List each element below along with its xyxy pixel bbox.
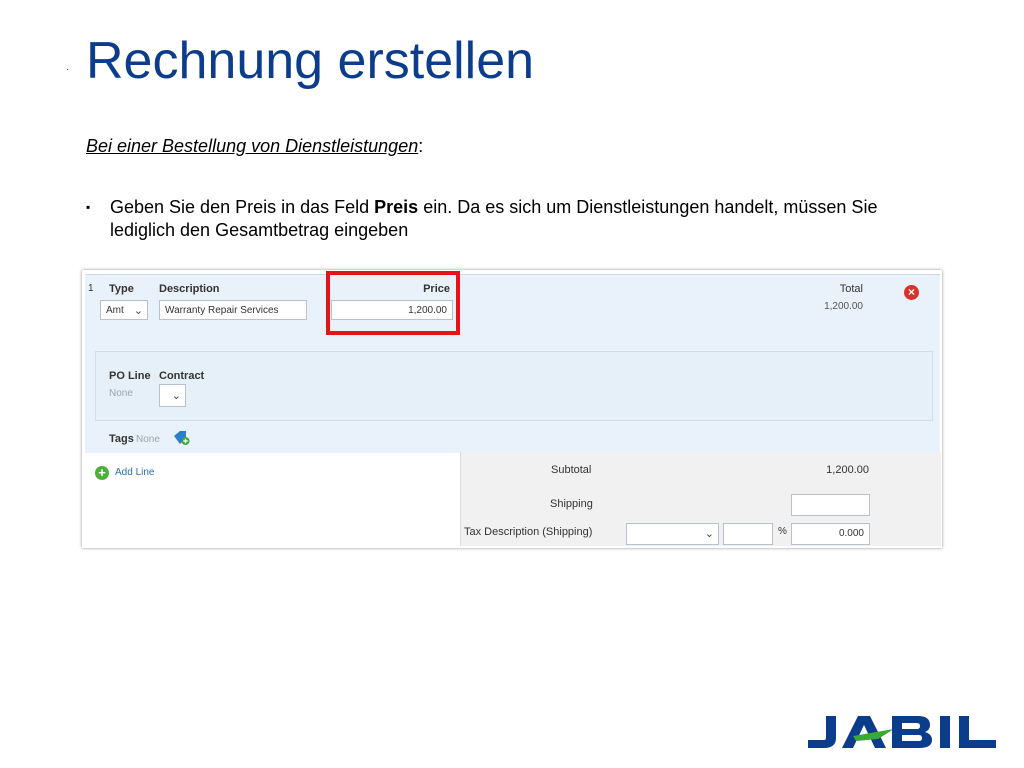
chevron-down-icon: ⌄ (704, 528, 714, 540)
contract-select[interactable]: ⌄ (159, 384, 186, 407)
bullet-text-part1: Geben Sie den Preis in das Feld (110, 197, 375, 217)
bullet-marker: ▪ (86, 200, 91, 214)
line-number: 1 (88, 283, 94, 294)
description-label: Description (159, 283, 220, 295)
subheading-text: Bei einer Bestellung von Dienstleistunge… (86, 136, 419, 156)
tags-label: Tags (109, 433, 134, 445)
instruction-bullet: ▪ Geben Sie den Preis in das Feld Preis … (86, 196, 946, 242)
po-line-label: PO Line (109, 370, 151, 382)
invoice-line: 1 Type Amt ⌄ Description Warranty Repair… (85, 271, 940, 453)
bullet-text: Geben Sie den Preis in das Feld Preis ei… (110, 196, 946, 242)
slide-dot: · (66, 64, 70, 75)
subtotal-value: 1,200.00 (826, 464, 869, 476)
description-input[interactable]: Warranty Repair Services (159, 300, 307, 320)
invoice-screenshot: 1 Type Amt ⌄ Description Warranty Repair… (82, 270, 942, 548)
subheading: Bei einer Bestellung von Dienstleistunge… (86, 136, 423, 157)
type-label: Type (109, 283, 134, 295)
remove-line-icon[interactable]: × (904, 285, 919, 300)
tax-amount-input[interactable]: 0.000 (791, 523, 870, 545)
page-title: Rechnung erstellen (86, 32, 535, 90)
type-value: Amt (106, 305, 124, 316)
tax-percent-symbol: % (778, 526, 787, 537)
type-select[interactable]: Amt ⌄ (100, 300, 148, 320)
shipping-label: Shipping (550, 498, 593, 510)
chevron-down-icon: ⌄ (133, 305, 143, 317)
chevron-down-icon: ⌄ (171, 390, 181, 402)
tax-description-select[interactable]: ⌄ (626, 523, 719, 545)
price-highlight-box (326, 271, 460, 335)
po-line-value: None (109, 388, 133, 399)
po-line-section: PO Line None Contract ⌄ (95, 351, 933, 421)
tax-rate-input[interactable] (723, 523, 773, 545)
total-value: 1,200.00 (824, 301, 863, 312)
subtotal-label: Subtotal (551, 464, 592, 476)
add-tag-icon[interactable] (173, 430, 191, 446)
subheading-suffix: : (418, 136, 424, 156)
contract-label: Contract (159, 370, 205, 382)
jabil-logo (808, 716, 996, 748)
bullet-text-bold: Preis (374, 197, 419, 217)
add-line-link[interactable]: Add Line (115, 467, 154, 478)
shipping-input[interactable] (791, 494, 870, 516)
total-label: Total (839, 283, 863, 295)
add-line-icon[interactable]: + (95, 466, 109, 480)
invoice-summary: Subtotal 1,200.00 Shipping Tax Descripti… (460, 452, 941, 546)
tags-value: None (136, 434, 160, 445)
tax-description-label: Tax Description (Shipping) (464, 526, 593, 538)
